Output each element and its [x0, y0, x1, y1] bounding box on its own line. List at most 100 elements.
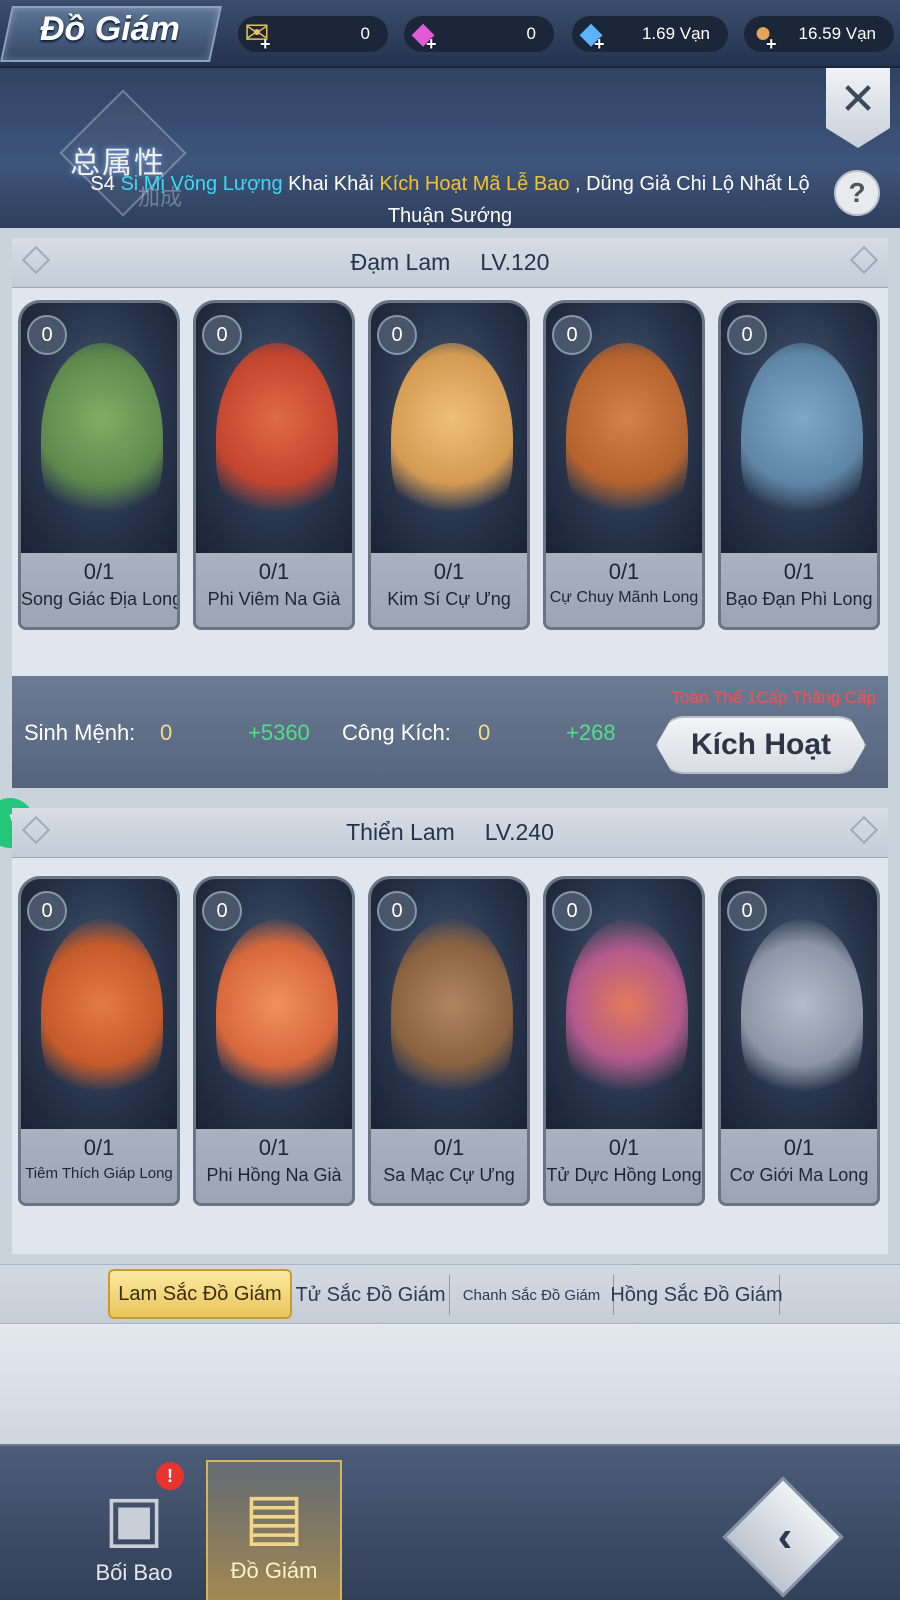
help-button[interactable]: ? — [834, 170, 880, 216]
atk-label: Công Kích: — [342, 720, 451, 745]
activate-button[interactable]: Kích Hoạt — [656, 716, 866, 774]
card-progress: 0/1 — [83, 1135, 115, 1160]
page-title: Đồ Giám — [40, 10, 180, 48]
highlight-event-name: Si Mị Võng Lượng — [120, 173, 283, 195]
set-header: Đạm Lam LV.120 — [12, 238, 888, 288]
owned-count: 0 — [727, 891, 767, 931]
card-name: Song Giác Địa Long — [21, 589, 180, 609]
owned-count: 0 — [202, 315, 242, 355]
set-bonus-row: Toàn Thể 1Cấp Thăng Cấp Sinh Mệnh: 0 +53… — [12, 676, 888, 788]
collection-card[interactable]: 0 0/1 Bạo Đạn Phì Long — [718, 300, 880, 630]
card-progress: 0/1 — [608, 1135, 640, 1160]
card-footer: 0/1 Bạo Đạn Phì Long — [721, 553, 877, 627]
card-progress: 0/1 — [783, 559, 815, 584]
card-progress: 0/1 — [433, 559, 465, 584]
tab-purple-collection[interactable]: Tử Sắc Đồ Giám — [292, 1275, 450, 1315]
set-name: Thiển Lam — [346, 819, 455, 845]
tab-blue-collection[interactable]: Lam Sắc Đồ Giám — [108, 1269, 292, 1319]
atk-current: 0 — [478, 720, 491, 745]
v-coin-icon: ● — [753, 16, 773, 49]
collection-set-dam-lam: Đạm Lam LV.120 0 0/1 Song Giác Địa Long … — [12, 238, 888, 788]
collection-card[interactable]: 0 0/1 Sa Mạc Cự Ưng — [368, 876, 530, 1206]
card-footer: 0/1 Phi Viêm Na Già — [196, 553, 352, 627]
back-arrow-icon: ‹ — [777, 1512, 793, 1561]
owned-count: 0 — [27, 315, 67, 355]
card-footer: 0/1 Tiêm Thích Giáp Long — [21, 1129, 177, 1203]
creature-silhouette — [216, 343, 338, 533]
card-name: Tử Dực Hồng Long — [546, 1165, 702, 1185]
atk-bonus: +268 — [566, 720, 616, 745]
card-progress: 0/1 — [783, 1135, 815, 1160]
card-progress: 0/1 — [433, 1135, 465, 1160]
help-icon: ? — [848, 177, 866, 208]
cards-icon: ▤ — [243, 1480, 305, 1552]
add-icon[interactable]: + — [260, 34, 271, 55]
currency-value: 16.59 Vạn — [798, 24, 876, 43]
pink-diamond-icon: ◆ — [411, 16, 435, 50]
content-spacer — [0, 1324, 900, 1444]
creature-silhouette — [216, 919, 338, 1109]
currency-v-coin[interactable]: ● + 16.59 Vạn — [744, 16, 894, 55]
nav-bag-label: Bối Bao — [95, 1560, 173, 1585]
card-footer: 0/1 Kim Sí Cự Ưng — [371, 553, 527, 627]
card-progress: 0/1 — [258, 559, 290, 584]
tab-red-collection[interactable]: Hồng Sắc Đồ Giám — [610, 1275, 783, 1315]
card-footer: 0/1 Song Giác Địa Long — [21, 553, 180, 627]
card-progress: 0/1 — [258, 1135, 290, 1160]
add-icon[interactable]: + — [594, 34, 605, 55]
card-progress: 0/1 — [83, 559, 115, 584]
currency-pink-diamond[interactable]: ◆ + 0 — [404, 16, 554, 55]
collection-card[interactable]: 0 0/1 Cự Chuy Mãnh Long — [543, 300, 705, 630]
card-name: Tiêm Thích Giáp Long — [25, 1165, 173, 1182]
collection-card[interactable]: 0 0/1 Phi Hồng Na Già — [193, 876, 355, 1206]
card-name: Bạo Đạn Phì Long — [725, 589, 873, 609]
set-header: Thiển Lam LV.240 — [12, 808, 888, 858]
creature-silhouette — [41, 343, 163, 533]
add-icon[interactable]: + — [426, 34, 437, 55]
currency-blue-diamond[interactable]: ◆ + 1.69 Vạn — [572, 16, 728, 55]
blue-diamond-icon: ◆ — [579, 16, 603, 50]
rarity-tabs: Lam Sắc Đồ Giám Tử Sắc Đồ Giám Chanh Sắc… — [0, 1264, 900, 1324]
creature-silhouette — [391, 343, 513, 533]
collection-card[interactable]: 0 0/1 Cơ Giới Ma Long — [718, 876, 880, 1206]
event-description: S4 Si Mị Võng Lượng Khai Khải Kích Hoạt … — [90, 173, 810, 227]
hp-current: 0 — [160, 720, 173, 745]
set-name: Đạm Lam — [350, 249, 451, 275]
collection-card[interactable]: 0 0/1 Song Giác Địa Long — [18, 300, 180, 630]
collection-card[interactable]: 0 0/1 Tử Dực Hồng Long — [543, 876, 705, 1206]
collection-set-thien-lam: Thiển Lam LV.240 0 0/1 Tiêm Thích Giáp L… — [12, 808, 888, 1254]
hp-bonus: +5360 — [248, 720, 310, 745]
card-name: Sa Mạc Cự Ưng — [383, 1165, 515, 1185]
collection-card[interactable]: 0 0/1 Kim Sí Cự Ưng — [368, 300, 530, 630]
card-footer: 0/1 Sa Mạc Cự Ưng — [371, 1129, 527, 1203]
creature-silhouette — [566, 919, 688, 1109]
collection-card[interactable]: 0 0/1 Phi Viêm Na Già — [193, 300, 355, 630]
owned-count: 0 — [377, 891, 417, 931]
currency-scroll[interactable]: ✉ + 0 — [238, 16, 388, 55]
tab-orange-collection[interactable]: Chanh Sắc Đồ Giám — [450, 1275, 614, 1315]
creature-silhouette — [391, 919, 513, 1109]
highlight-gift-code: Kích Hoạt Mã Lễ Bao — [379, 173, 570, 195]
nav-collection[interactable]: ▤ Đồ Giám — [206, 1460, 342, 1600]
scroll-ticket-icon: ✉ — [244, 16, 270, 50]
card-footer: 0/1 Cự Chuy Mãnh Long — [546, 553, 702, 627]
owned-count: 0 — [552, 891, 592, 931]
owned-count: 0 — [27, 891, 67, 931]
card-progress: 0/1 — [608, 559, 640, 584]
card-name: Phi Hồng Na Già — [206, 1165, 342, 1185]
owned-count: 0 — [377, 315, 417, 355]
currency-value: 1.69 Vạn — [641, 24, 710, 43]
owned-count: 0 — [552, 315, 592, 355]
backpack-icon: ▣ — [103, 1482, 165, 1554]
top-bar: Đồ Giám ✉ + 0 ◆ + 0 ◆ + 1.69 Vạn ● + 16.… — [0, 0, 900, 68]
owned-count: 0 — [202, 891, 242, 931]
currency-value: 0 — [360, 24, 370, 43]
creature-silhouette — [741, 343, 863, 533]
close-icon: ✕ — [839, 74, 877, 124]
nav-bag[interactable]: ▣ Bối Bao ! — [66, 1460, 202, 1600]
creature-silhouette — [741, 919, 863, 1109]
add-icon[interactable]: + — [766, 34, 777, 55]
set-level: LV.120 — [480, 249, 550, 275]
currency-value: 0 — [526, 24, 536, 43]
collection-card[interactable]: 0 0/1 Tiêm Thích Giáp Long — [18, 876, 180, 1206]
